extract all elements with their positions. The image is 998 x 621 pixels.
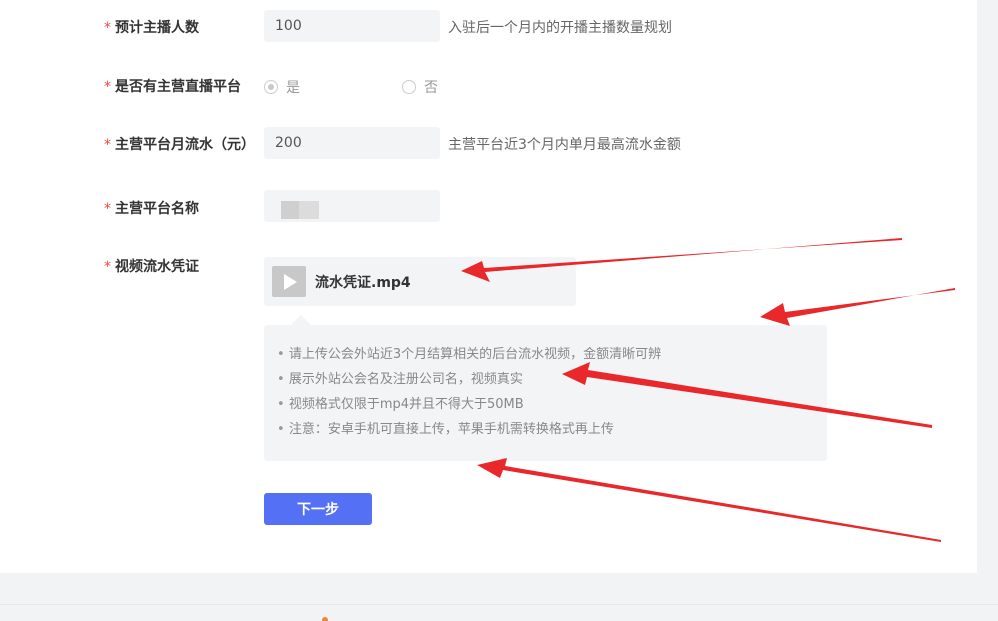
- tip-caret: [291, 315, 311, 325]
- required-mark: *: [104, 137, 111, 153]
- radio-checked-icon: [264, 80, 278, 94]
- radio-no-label: 否: [424, 80, 438, 96]
- tips-list: 请上传公会外站近3个月结算相关的后台流水视频，金额清晰可辨 展示外站公会名及注册…: [277, 342, 661, 442]
- redacted-value: [281, 201, 299, 219]
- radio-option-yes[interactable]: 是: [264, 77, 300, 97]
- upload-tips-box: 请上传公会外站近3个月结算相关的后台流水视频，金额清晰可辨 展示外站公会名及注册…: [264, 325, 827, 461]
- radio-yes-label: 是: [286, 80, 300, 96]
- monthly-flow-input[interactable]: 200: [264, 127, 440, 159]
- radio-unchecked-icon: [402, 80, 416, 94]
- next-step-button[interactable]: 下一步: [264, 493, 372, 525]
- footer-divider: [0, 604, 998, 605]
- anchors-hint: 入驻后一个月内的开播主播数量规划: [448, 20, 672, 36]
- required-mark: *: [104, 20, 111, 36]
- footer-logo-icon: [322, 617, 328, 621]
- video-play-icon: [272, 266, 306, 297]
- video-proof-label: * 视频流水凭证: [104, 259, 199, 275]
- monthly-flow-label: * 主营平台月流水（元）: [104, 137, 255, 153]
- required-mark: *: [104, 201, 111, 217]
- tip-item: 注意：安卓手机可直接上传，苹果手机需转换格式再上传: [277, 417, 661, 442]
- monthly-flow-hint: 主营平台近3个月内单月最高流水金额: [448, 137, 681, 153]
- radio-option-no[interactable]: 否: [402, 77, 438, 97]
- form-card: * 预计主播人数 100 入驻后一个月内的开播主播数量规划 * 是否有主营直播平台 …: [0, 0, 977, 573]
- tip-item: 视频格式仅限于mp4并且不得大于50MB: [277, 392, 661, 417]
- anchors-input[interactable]: 100: [264, 10, 440, 42]
- main-platform-label: * 是否有主营直播平台: [104, 79, 241, 95]
- uploaded-video-file[interactable]: 流水凭证.mp4: [264, 257, 576, 306]
- anchors-label: * 预计主播人数: [104, 20, 199, 36]
- platform-name-label: * 主营平台名称: [104, 201, 199, 217]
- required-mark: *: [104, 259, 111, 275]
- tip-item: 请上传公会外站近3个月结算相关的后台流水视频，金额清晰可辨: [277, 342, 661, 367]
- redacted-value: [299, 201, 319, 219]
- required-mark: *: [104, 79, 111, 95]
- tip-item: 展示外站公会名及注册公司名，视频真实: [277, 367, 661, 392]
- file-name: 流水凭证.mp4: [315, 275, 411, 291]
